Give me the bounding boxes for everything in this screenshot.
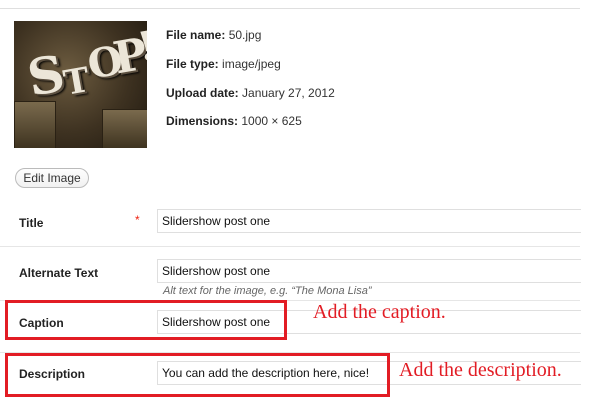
file-name-row: File name: 50.jpg bbox=[166, 28, 261, 42]
thumbnail-letter: S bbox=[23, 43, 69, 108]
description-annotation: Add the description. bbox=[399, 359, 562, 381]
file-type-label: File type: bbox=[166, 57, 219, 71]
alt-text-input[interactable]: Slidershow post one bbox=[157, 259, 581, 283]
thumbnail-block bbox=[14, 101, 56, 148]
dimensions-label: Dimensions: bbox=[166, 114, 239, 128]
alt-text-hint: Alt text for the image, e.g. “The Mona L… bbox=[163, 285, 372, 297]
file-name-label: File name: bbox=[166, 28, 226, 42]
upload-date-value: January 27, 2012 bbox=[242, 86, 335, 100]
file-type-value: image/jpeg bbox=[222, 57, 281, 71]
description-highlight-box bbox=[5, 353, 390, 397]
required-indicator: * bbox=[135, 213, 140, 227]
edit-image-button[interactable]: Edit Image bbox=[15, 168, 89, 188]
upload-date-row: Upload date: January 27, 2012 bbox=[166, 86, 335, 100]
alt-text-label: Alternate Text bbox=[19, 266, 99, 280]
caption-highlight-box bbox=[5, 300, 287, 340]
caption-annotation: Add the caption. bbox=[313, 301, 446, 323]
top-divider bbox=[0, 8, 580, 9]
title-input[interactable]: Slidershow post one bbox=[157, 209, 581, 233]
row-divider bbox=[0, 246, 580, 247]
title-label: Title bbox=[19, 216, 44, 230]
dimensions-value: 1000 × 625 bbox=[241, 114, 302, 128]
thumbnail-letter: T bbox=[60, 60, 93, 104]
upload-date-label: Upload date: bbox=[166, 86, 239, 100]
file-type-row: File type: image/jpeg bbox=[166, 57, 281, 71]
dimensions-row: Dimensions: 1000 × 625 bbox=[166, 114, 302, 128]
image-thumbnail: S T O P ! bbox=[14, 21, 147, 148]
file-name-value: 50.jpg bbox=[228, 28, 262, 42]
thumbnail-block bbox=[102, 109, 147, 148]
